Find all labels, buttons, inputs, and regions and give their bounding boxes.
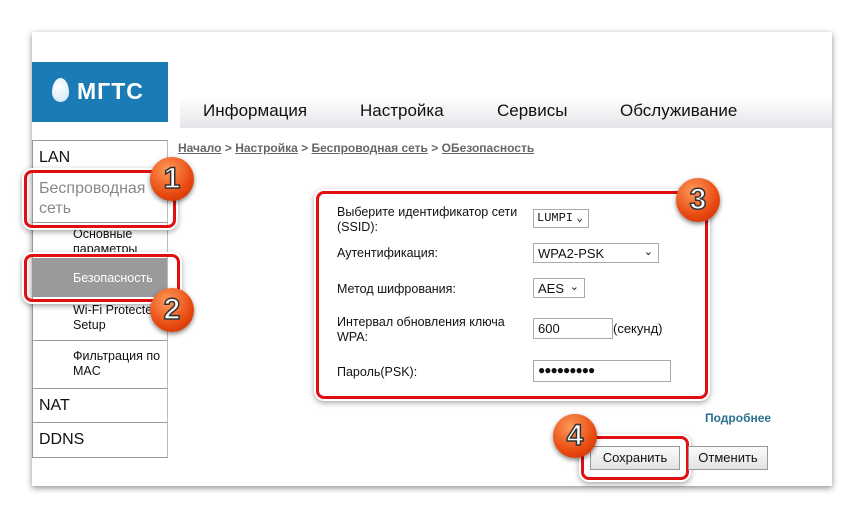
breadcrumb-home[interactable]: Начало [178, 141, 221, 155]
nav-settings[interactable]: Настройка [360, 101, 444, 121]
sidebar-item-nat[interactable]: NAT [32, 388, 168, 423]
encryption-value: AES [538, 281, 565, 296]
auth-label: Аутентификация: [337, 246, 438, 260]
breadcrumb: Начало > Настройка > Беспроводная сеть >… [178, 141, 534, 155]
sidebar-item-label: NAT [39, 397, 70, 414]
chevron-down-icon: ⌄ [643, 246, 653, 258]
more-link[interactable]: Подробнее [705, 411, 771, 425]
brand-name: МГТС [77, 78, 144, 104]
sidebar-item-lan[interactable]: LAN [32, 140, 168, 173]
screenshot: МГТС Информация Настройка Сервисы Обслуж… [0, 0, 864, 518]
psk-input[interactable]: ●●●●●●●●● [533, 360, 671, 382]
encryption-select[interactable]: AES ⌄ [533, 278, 585, 298]
save-button[interactable]: Сохранить [590, 446, 680, 470]
nav-info[interactable]: Информация [203, 101, 307, 121]
sidebar-item-label: DDNS [39, 431, 85, 448]
interval-input[interactable]: 600 [533, 318, 613, 339]
top-nav: Информация Настройка Сервисы Обслуживани… [180, 96, 832, 128]
psk-value: ●●●●●●●●● [538, 363, 595, 377]
breadcrumb-wireless[interactable]: Беспроводная сеть [312, 141, 428, 155]
step-badge-2: 2 [150, 288, 194, 332]
step-badge-3: 3 [676, 178, 720, 222]
breadcrumb-separator: > [431, 141, 439, 155]
nav-maintenance[interactable]: Обслуживание [620, 101, 737, 121]
mgts-logo: МГТС [32, 62, 168, 122]
breadcrumb-separator: > [224, 141, 232, 155]
sidebar-item-wps[interactable]: Wi-Fi Protected Setup [32, 296, 168, 341]
sidebar-item-label: LAN [39, 149, 71, 166]
encryption-label: Метод шифрования: [337, 282, 456, 296]
step-badge-4: 4 [553, 414, 597, 458]
breadcrumb-security[interactable]: ОБезопасность [442, 141, 535, 155]
auth-select[interactable]: WPA2-PSK ⌄ [533, 243, 659, 263]
chevron-down-icon: ⌄ [569, 281, 579, 293]
chevron-down-icon: ⌄ [576, 213, 583, 225]
ssid-label: Выберите идентификатор сети (SSID): [337, 205, 518, 234]
sidebar-item-label: Wi-Fi Protected Setup [73, 303, 160, 332]
egg-logo-icon [52, 78, 69, 102]
interval-value: 600 [538, 321, 560, 336]
nav-services[interactable]: Сервисы [497, 101, 567, 121]
ssid-value: LUMPI [537, 211, 574, 225]
breadcrumb-settings[interactable]: Настройка [235, 141, 298, 155]
sidebar-item-label: Основные параметры [73, 227, 138, 256]
breadcrumb-separator: > [301, 141, 309, 155]
psk-label: Пароль(PSK): [337, 365, 418, 379]
interval-label: Интервал обновления ключа WPA: [337, 315, 505, 344]
step-badge-1: 1 [150, 157, 194, 201]
auth-value: WPA2-PSK [538, 246, 605, 261]
sidebar-item-ddns[interactable]: DDNS [32, 422, 168, 458]
sidebar-item-label: Фильтрация по MAC [73, 349, 161, 378]
ssid-select[interactable]: LUMPI ⌄ [533, 209, 589, 228]
cancel-button[interactable]: Отменить [688, 446, 768, 470]
interval-unit: (секунд) [613, 321, 663, 336]
sidebar-item-mac-filter[interactable]: Фильтрация по MAC [32, 340, 168, 389]
